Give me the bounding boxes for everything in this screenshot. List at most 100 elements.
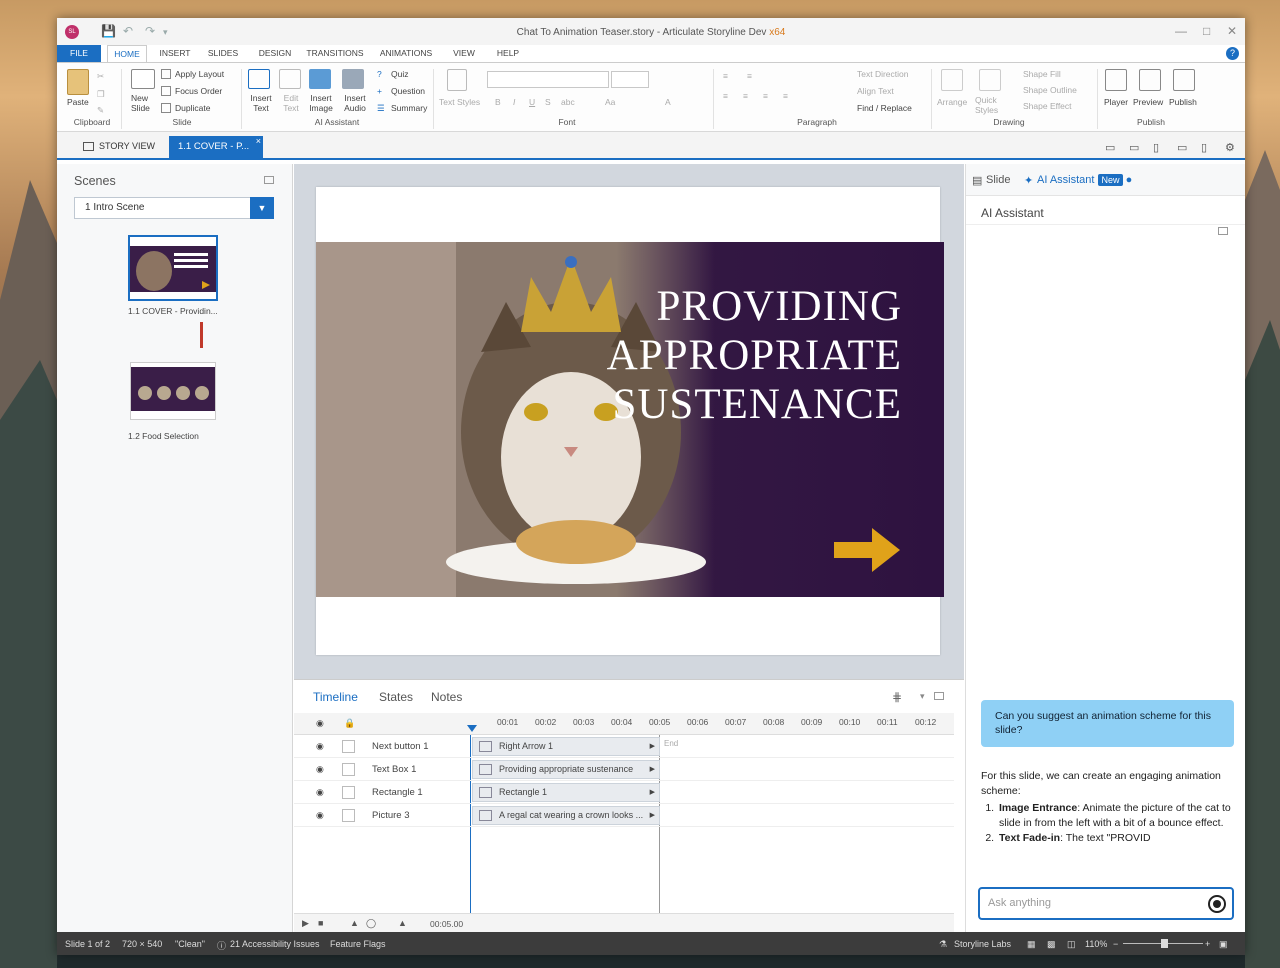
eye-icon[interactable]: ◉: [316, 787, 324, 798]
insert-image-button[interactable]: Insert Image: [307, 93, 335, 113]
tab-ai-assistant[interactable]: AI Assistant New ●: [1037, 174, 1132, 186]
timeline-object-bar[interactable]: Right Arrow 1 ▶: [472, 737, 660, 756]
normal-view-icon[interactable]: ▦: [1027, 939, 1036, 950]
cue-point-icon[interactable]: ⋕: [892, 690, 902, 704]
text-styles-icon[interactable]: [447, 69, 467, 91]
zoom-out-icon[interactable]: ▲: [350, 918, 359, 928]
chat-input[interactable]: [988, 897, 1198, 909]
tab-animations[interactable]: ANIMATIONS: [375, 45, 437, 62]
shape-fill-button[interactable]: Shape Fill: [1023, 69, 1061, 79]
tab-notes[interactable]: Notes: [431, 690, 462, 704]
fit-to-window-icon[interactable]: ▣: [1219, 939, 1228, 950]
paste-button[interactable]: Paste: [67, 97, 89, 107]
edit-text-button[interactable]: Edit Text: [281, 93, 301, 113]
zoom-in-icon[interactable]: +: [1205, 939, 1210, 949]
underline-icon[interactable]: U: [529, 97, 535, 107]
paste-icon[interactable]: [67, 69, 89, 95]
close-icon[interactable]: ✕: [1227, 24, 1237, 38]
tab-home[interactable]: HOME: [107, 45, 147, 62]
italic-icon[interactable]: I: [513, 97, 515, 107]
numbering-icon[interactable]: ≡: [747, 71, 752, 81]
storyline-labs-link[interactable]: Storyline Labs: [954, 939, 1011, 949]
tab-timeline[interactable]: Timeline: [313, 690, 358, 704]
arrange-button[interactable]: Arrange: [937, 97, 967, 107]
bold-icon[interactable]: B: [495, 97, 501, 107]
slide-headline[interactable]: PROVIDING APPROPRIATE SUSTENANCE: [592, 282, 902, 429]
new-slide-button[interactable]: New Slide: [131, 93, 161, 113]
eye-icon[interactable]: ◉: [316, 810, 324, 821]
slide-thumbnail-2[interactable]: [130, 362, 216, 420]
insert-text-icon[interactable]: [248, 69, 270, 89]
expand-icon[interactable]: ▶: [650, 761, 655, 778]
tab-insert[interactable]: INSERT: [153, 45, 197, 62]
preview-button[interactable]: Preview: [1133, 97, 1163, 107]
story-view-tab[interactable]: STORY VIEW: [99, 141, 155, 151]
timeline-row[interactable]: ◉ Picture 3 A regal cat wearing a crown …: [294, 804, 954, 827]
player-icon[interactable]: [1105, 69, 1127, 91]
insert-text-button[interactable]: Insert Text: [249, 93, 273, 113]
eye-icon[interactable]: ◉: [316, 718, 324, 729]
text-styles-button[interactable]: Text Styles: [439, 97, 480, 107]
tab-help[interactable]: HELP: [491, 45, 525, 62]
slide-sorter-icon[interactable]: ▩: [1047, 939, 1056, 950]
zoom-slider-thumb[interactable]: [1161, 939, 1168, 948]
quick-styles-icon[interactable]: [979, 69, 1001, 91]
edit-text-icon[interactable]: [279, 69, 301, 89]
desktop-view-icon[interactable]: ▭: [1105, 141, 1115, 154]
play-icon[interactable]: ▶: [302, 918, 309, 929]
arrange-icon[interactable]: [941, 69, 963, 91]
expand-icon[interactable]: ▶: [650, 784, 655, 801]
duplicate-button[interactable]: Duplicate: [175, 103, 210, 113]
slide-cover[interactable]: PROVIDING APPROPRIATE SUSTENANCE: [316, 242, 944, 597]
insert-audio-button[interactable]: Insert Audio: [339, 93, 371, 113]
quick-styles-button[interactable]: Quick Styles: [975, 95, 1001, 115]
panel-restore-icon[interactable]: [934, 692, 944, 700]
next-arrow-button[interactable]: [834, 528, 902, 572]
timeline-object-bar[interactable]: Rectangle 1 ▶: [472, 783, 660, 802]
player-button[interactable]: Player: [1104, 97, 1128, 107]
accessibility-issues-link[interactable]: 21 Accessibility Issues: [230, 939, 320, 949]
align-right-icon[interactable]: ≡: [763, 91, 768, 101]
tab-slide[interactable]: Slide: [986, 174, 1010, 186]
maximize-icon[interactable]: □: [1203, 24, 1210, 38]
question-button[interactable]: Question: [391, 86, 425, 96]
text-direction-button[interactable]: Text Direction: [857, 69, 909, 79]
change-case-icon[interactable]: Aa: [605, 97, 615, 107]
font-color-icon[interactable]: A: [665, 97, 671, 107]
timeline-row[interactable]: ◉ Rectangle 1 Rectangle 1 ▶: [294, 781, 954, 804]
publish-button[interactable]: Publish: [1169, 97, 1197, 107]
tab-slides[interactable]: SLIDES: [203, 45, 243, 62]
timeline-row[interactable]: ◉ Next button 1 Right Arrow 1 ▶: [294, 735, 954, 758]
tab-file[interactable]: FILE: [57, 45, 101, 62]
lock-checkbox[interactable]: [342, 740, 355, 753]
expand-icon[interactable]: ▶: [650, 807, 655, 824]
timeline-object-bar[interactable]: A regal cat wearing a crown looks ... ▶: [472, 806, 660, 825]
lock-checkbox[interactable]: [342, 809, 355, 822]
timeline-row[interactable]: ◉ Text Box 1 Providing appropriate suste…: [294, 758, 954, 781]
stop-icon[interactable]: ■: [318, 918, 323, 928]
format-painter-icon[interactable]: ✎: [97, 105, 104, 116]
quiz-button[interactable]: Quiz: [391, 69, 408, 79]
minimize-icon[interactable]: —: [1175, 24, 1187, 38]
shape-effect-button[interactable]: Shape Effect: [1023, 101, 1072, 111]
tablet-portrait-icon[interactable]: ▯: [1153, 141, 1159, 154]
character-spacing-icon[interactable]: abc: [561, 97, 575, 107]
font-size-dropdown[interactable]: [611, 71, 649, 88]
slide-thumbnail-1[interactable]: [128, 235, 218, 301]
focus-order-button[interactable]: Focus Order: [175, 86, 222, 96]
close-tab-icon[interactable]: ×: [256, 130, 261, 152]
timeline-object-bar[interactable]: Providing appropriate sustenance ▶: [472, 760, 660, 779]
align-center-icon[interactable]: ≡: [743, 91, 748, 101]
eye-icon[interactable]: ◉: [316, 741, 324, 752]
tab-view[interactable]: VIEW: [447, 45, 481, 62]
reading-view-icon[interactable]: ◫: [1067, 939, 1076, 950]
lock-checkbox[interactable]: [342, 763, 355, 776]
chevron-down-icon[interactable]: ▼: [250, 197, 274, 219]
cut-icon[interactable]: ✂: [97, 71, 104, 82]
strikethrough-icon[interactable]: S: [545, 97, 551, 107]
zoom-out-icon[interactable]: −: [1113, 939, 1118, 949]
help-icon[interactable]: ?: [1226, 47, 1239, 60]
lock-icon[interactable]: 🔒: [344, 718, 355, 729]
preview-icon[interactable]: [1139, 69, 1161, 91]
font-family-dropdown[interactable]: [487, 71, 609, 88]
